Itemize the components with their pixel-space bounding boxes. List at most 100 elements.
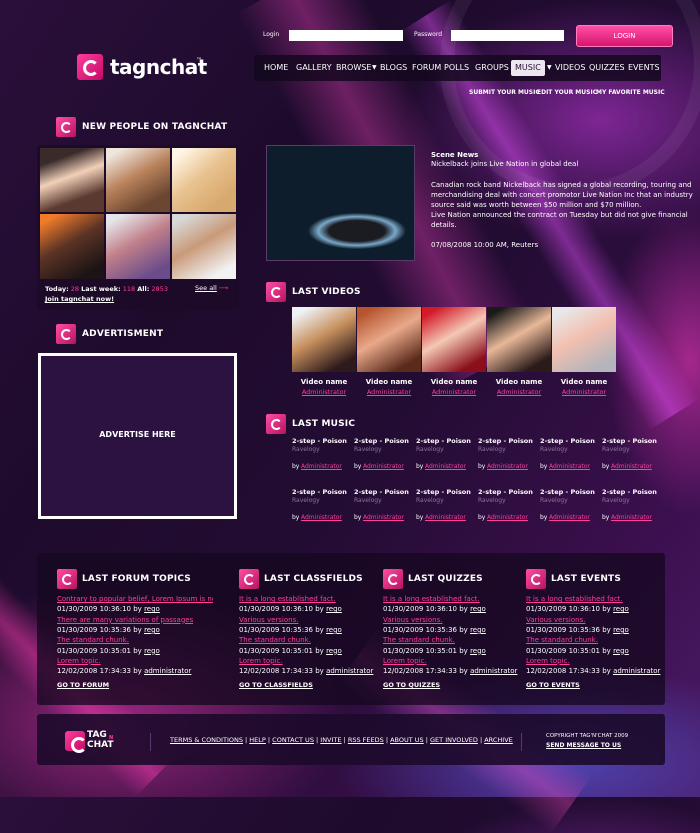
nav-home[interactable]: HOME [264,63,288,72]
events-topic-link[interactable]: The standard chunk. [526,636,598,644]
music-track-name[interactable]: 2-step - Poison [292,488,347,496]
topic-user-link[interactable]: administrator [470,667,517,675]
login-button[interactable]: LOGIN [576,25,673,47]
topic-user-link[interactable]: rego [613,647,629,655]
subnav-favorite-music[interactable]: MY FAVORITE MUSIC [596,89,665,96]
brand-name[interactable]: tagnchat [110,55,207,79]
topic-user-link[interactable]: administrator [326,667,373,675]
music-author[interactable]: Administrator [425,463,466,470]
music-author[interactable]: Administrator [611,463,652,470]
video-author[interactable]: Administrator [292,388,356,396]
music-author[interactable]: Administrator [487,463,528,470]
chevron-down-icon[interactable]: ▼ [547,64,552,71]
topic-user-link[interactable]: rego [326,626,342,634]
music-track-name[interactable]: 2-step - Poison [478,437,533,445]
video-name[interactable]: Video name [422,378,486,386]
footer-link[interactable]: INVITE [320,736,341,744]
footer-link[interactable]: ARCHIVE [484,736,513,744]
classifields-topic-link[interactable]: The standard chunk. [239,636,311,644]
music-author[interactable]: Administrator [301,463,342,470]
events-topic-link[interactable]: Various versions. [526,616,585,624]
nav-blogs[interactable]: BLOGS [380,63,407,72]
video-thumbnail[interactable] [357,307,421,372]
music-track-name[interactable]: 2-step - Poison [354,437,409,445]
nav-videos[interactable]: VIDEOS [555,63,585,72]
go-to-quizzes-link[interactable]: GO TO QUIZZES [383,681,440,689]
go-to-classifields-link[interactable]: GO TO CLASSFIELDS [239,681,313,689]
topic-user-link[interactable]: rego [613,605,629,613]
video-name[interactable]: Video name [357,378,421,386]
video-thumbnail[interactable] [552,307,616,372]
topic-user-link[interactable]: rego [470,647,486,655]
footer-link[interactable]: HELP [249,736,266,744]
news-image[interactable] [266,145,415,261]
news-headline[interactable]: Nickelback joins Live Nation in global d… [431,160,578,168]
topic-user-link[interactable]: administrator [613,667,660,675]
nav-quizzes[interactable]: QUIZZES [589,63,625,72]
music-author[interactable]: Administrator [611,514,652,521]
topic-user-link[interactable]: rego [326,647,342,655]
classifields-topic-link[interactable]: Various versions. [239,616,298,624]
music-track-name[interactable]: 2-step - Poison [602,488,657,496]
send-message-link[interactable]: SEND MESSAGE TO US [546,742,621,749]
nav-polls[interactable]: POLLS [444,63,469,72]
events-topic-link[interactable]: Lorem topic. [526,657,570,665]
topic-user-link[interactable]: rego [144,647,160,655]
music-track-name[interactable]: 2-step - Poison [540,437,595,445]
forum-topic-link[interactable]: Lorem topic. [57,657,101,665]
footer-link[interactable]: GET INVOLVED [430,736,478,744]
music-track-name[interactable]: 2-step - Poison [416,488,471,496]
forum-topic-link[interactable]: The standard chunk. [57,636,129,644]
topic-user-link[interactable]: rego [144,626,160,634]
footer-link[interactable]: ABOUT US [390,736,424,744]
chevron-down-icon[interactable]: ▼ [372,64,377,71]
footer-link[interactable]: CONTACT US [272,736,314,744]
login-input[interactable] [289,30,403,41]
join-link[interactable]: Join tagnchat now! [45,295,114,303]
subnav-submit-music[interactable]: SUBMIT YOUR MUSIC [469,89,540,96]
topic-user-link[interactable]: rego [470,605,486,613]
video-name[interactable]: Video name [487,378,551,386]
video-author[interactable]: Administrator [552,388,616,396]
music-author[interactable]: Administrator [363,463,404,470]
quizzes-topic-link[interactable]: Various versions. [383,616,442,624]
music-track-name[interactable]: 2-step - Poison [416,437,471,445]
nav-gallery[interactable]: GALLERY [296,63,332,72]
see-all-link[interactable]: See all ⟶ [195,284,228,292]
forum-topic-link[interactable]: There are many variations of passages [57,616,193,624]
person-photo[interactable] [40,148,104,212]
music-author[interactable]: Administrator [425,514,466,521]
footer-logo-icon[interactable] [65,731,87,753]
nav-music[interactable]: MUSIC [515,63,541,72]
video-thumbnail[interactable] [422,307,486,372]
nav-browse[interactable]: BROWSE [336,63,371,72]
person-photo[interactable] [106,214,170,279]
person-photo[interactable] [172,148,236,212]
quizzes-topic-link[interactable]: Lorem topic. [383,657,427,665]
nav-events[interactable]: EVENTS [628,63,660,72]
music-track-name[interactable]: 2-step - Poison [478,488,533,496]
nav-forum[interactable]: FORUM [412,63,441,72]
events-topic-link[interactable]: It is a long established fact. [526,595,623,603]
music-author[interactable]: Administrator [549,463,590,470]
subnav-edit-music[interactable]: EDIT YOUR MUSIC [537,89,597,96]
person-photo[interactable] [106,148,170,212]
footer-link[interactable]: RSS FEEDS [348,736,384,744]
person-photo[interactable] [172,214,236,279]
person-photo[interactable] [40,214,104,279]
music-author[interactable]: Administrator [549,514,590,521]
music-author[interactable]: Administrator [487,514,528,521]
classifields-topic-link[interactable]: Lorem topic. [239,657,283,665]
music-track-name[interactable]: 2-step - Poison [602,437,657,445]
video-name[interactable]: Video name [552,378,616,386]
topic-user-link[interactable]: rego [326,605,342,613]
password-input[interactable] [451,30,564,41]
go-to-forum-link[interactable]: GO TO FORUM [57,681,109,689]
music-track-name[interactable]: 2-step - Poison [292,437,347,445]
video-thumbnail[interactable] [292,307,356,372]
brand-logo-icon[interactable] [77,54,103,80]
topic-user-link[interactable]: rego [144,605,160,613]
go-to-events-link[interactable]: GO TO EVENTS [526,681,580,689]
quizzes-topic-link[interactable]: It is a long established fact. [383,595,480,603]
video-author[interactable]: Administrator [487,388,551,396]
